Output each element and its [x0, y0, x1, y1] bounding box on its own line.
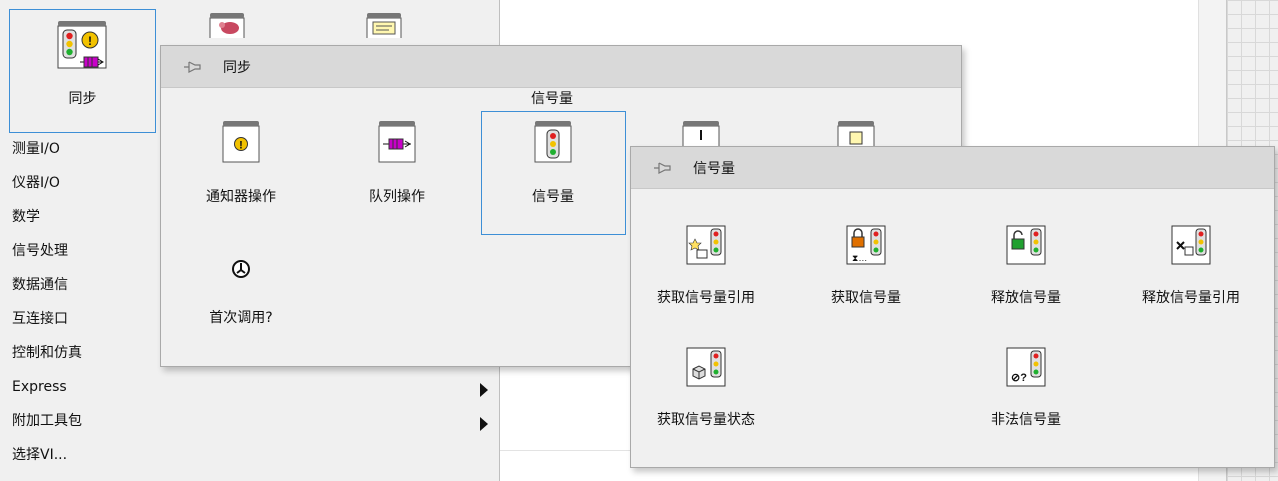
not-a-semaphore-icon: ⊘?: [1006, 347, 1046, 387]
semaphore-subpalette: 信号量 获取信号量引用 ⧗… 获取信号量 释放信号量 释放信号量引用 获取信号量…: [630, 146, 1275, 468]
category-express[interactable]: Express: [0, 372, 500, 406]
pin-icon[interactable]: [183, 60, 201, 74]
category-label: Express: [12, 379, 67, 395]
submenu-arrow-icon: [480, 383, 488, 397]
tile-queue-operations[interactable]: 队列操作: [337, 120, 457, 210]
category-label: 数据通信: [12, 277, 68, 293]
tile-not-a-semaphore[interactable]: ⊘? 非法信号量: [951, 347, 1101, 437]
obtain-semaphore-reference-icon: [686, 225, 726, 265]
sync-tile-label: 同步: [68, 91, 97, 107]
waveform-palette-icon[interactable]: [208, 12, 250, 38]
sync-subpalette-header: 同步: [161, 46, 961, 88]
report-palette-icon[interactable]: [365, 12, 407, 38]
category-addons[interactable]: 附加工具包: [0, 406, 500, 440]
tile-label: 通知器操作: [206, 189, 276, 205]
tile-label: 释放信号量引用: [1142, 290, 1240, 306]
release-semaphore-icon: [1006, 225, 1046, 265]
synchronization-icon: !: [57, 21, 107, 69]
tile-release-semaphore-reference[interactable]: 释放信号量引用: [1111, 225, 1271, 315]
category-select-vi[interactable]: 选择VI...: [0, 440, 500, 474]
category-label: 互连接口: [12, 311, 68, 327]
tile-label: 首次调用?: [209, 310, 273, 326]
tile-first-call[interactable]: 首次调用?: [181, 251, 301, 331]
tile-acquire-semaphore[interactable]: ⧗… 获取信号量: [791, 225, 941, 315]
tile-label: 释放信号量: [991, 290, 1061, 306]
sync-subpalette-title: 同步: [223, 60, 251, 76]
release-semaphore-reference-icon: [1171, 225, 1211, 265]
tile-label: 信号量: [532, 189, 574, 205]
acquire-semaphore-icon: ⧗…: [846, 225, 886, 265]
hover-tip-label: 信号量: [531, 91, 573, 107]
semaphore-subpalette-title: 信号量: [693, 161, 735, 177]
svg-text:⊘?: ⊘?: [1011, 372, 1027, 384]
category-label: 附加工具包: [12, 413, 82, 429]
tile-get-semaphore-status[interactable]: 获取信号量状态: [631, 347, 781, 437]
tile-label: 获取信号量状态: [657, 412, 755, 428]
category-label: 选择VI...: [12, 447, 68, 463]
pin-icon[interactable]: [653, 161, 671, 175]
tile-label: 队列操作: [369, 189, 425, 205]
svg-text:!: !: [88, 34, 92, 48]
tile-label: 获取信号量引用: [657, 290, 755, 306]
notifier-icon: !: [222, 121, 260, 163]
tile-obtain-semaphore-reference[interactable]: 获取信号量引用: [631, 225, 781, 315]
tile-release-semaphore[interactable]: 释放信号量: [951, 225, 1101, 315]
palette-tile-synchronization[interactable]: ! 同步: [9, 9, 156, 133]
semaphore-subpalette-header: 信号量: [631, 147, 1274, 189]
category-label: 仪器I/O: [12, 175, 60, 191]
tile-semaphore[interactable]: 信号量: [493, 120, 613, 210]
tile-label: 非法信号量: [991, 412, 1061, 428]
submenu-arrow-icon: [480, 417, 488, 431]
divider: [500, 450, 630, 451]
svg-text:!: !: [239, 140, 243, 152]
category-label: 数学: [12, 209, 40, 225]
get-semaphore-status-icon: [686, 347, 726, 387]
tile-notifier-operations[interactable]: ! 通知器操作: [181, 120, 301, 210]
tile-label: 获取信号量: [831, 290, 901, 306]
semaphore-icon: [534, 121, 572, 163]
svg-text:⧗…: ⧗…: [852, 253, 867, 263]
first-call-icon: [232, 260, 250, 278]
queue-icon: [378, 121, 416, 163]
category-label: 测量I/O: [12, 141, 60, 157]
category-label: 控制和仿真: [12, 345, 82, 361]
category-label: 信号处理: [12, 243, 68, 259]
